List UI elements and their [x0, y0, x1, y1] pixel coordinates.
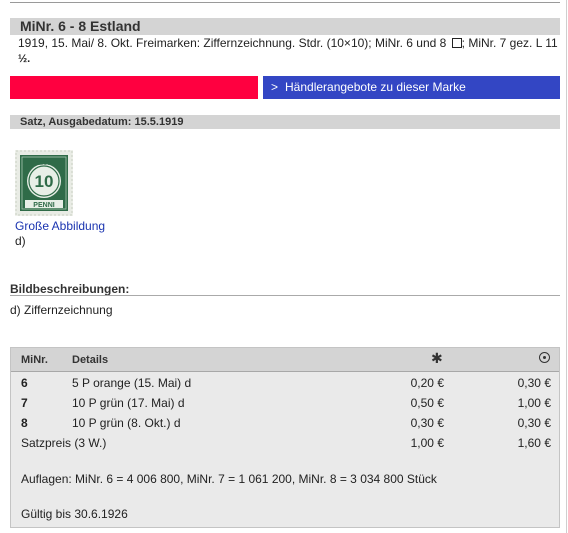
row-minr: 8 — [21, 416, 28, 430]
row-mint-price: 0,50 € — [410, 396, 444, 410]
set-issue-date: Satz, Ausgabedatum: 15.5.1919 — [20, 116, 184, 128]
arrow-icon: > — [271, 80, 279, 94]
stamp-country: EESTI — [37, 161, 51, 167]
set-price-row: Satzpreis (3 W.) 1,00 € 1,60 € — [11, 433, 559, 453]
issue-description-tail: ; MiNr. 7 gez. L 11 — [461, 36, 558, 50]
price-table-header: MiNr. Details ✱ — [11, 348, 559, 372]
row-details: 5 P orange (15. Mai) d — [72, 376, 192, 390]
row-details: 10 P grün (8. Okt.) d — [72, 416, 181, 430]
image-descriptions-divider — [10, 295, 560, 296]
top-divider — [10, 2, 560, 3]
issue-description-frac: ½. — [18, 53, 31, 65]
stamp-currency: PENNI — [33, 202, 54, 209]
row-mint-price: 0,30 € — [410, 416, 444, 430]
column-header-minr: MiNr. — [21, 354, 48, 366]
stamp-caption: d) — [15, 234, 26, 248]
page-title: MiNr. 6 - 8 Estland — [20, 18, 141, 34]
row-mint-price: 0,20 € — [410, 376, 444, 390]
row-minr: 6 — [21, 376, 28, 390]
issue-description: 1919, 15. Mai/ 8. Okt. Freimarken: Ziffe… — [18, 36, 558, 67]
dealer-offers-label: Händlerangebote zu dieser Marke — [285, 80, 466, 94]
stamp-image: 10 EESTI PENNI — [15, 150, 73, 216]
issue-description-main: 1919, 15. Mai/ 8. Okt. Freimarken: Ziffe… — [18, 36, 447, 50]
set-price-mint: 1,00 € — [410, 436, 444, 450]
set-price-label: Satzpreis (3 W.) — [21, 436, 107, 450]
row-used-price: 0,30 € — [517, 376, 551, 390]
table-row: 8 10 P grün (8. Okt.) d 0,30 € 0,30 € — [11, 413, 559, 433]
image-description-item: d) Ziffernzeichnung — [10, 303, 113, 317]
image-descriptions-heading: Bildbeschreibungen: — [10, 282, 130, 296]
right-divider — [566, 0, 567, 533]
price-table: MiNr. Details ✱ 6 5 P orange (15. Mai) d… — [10, 347, 560, 528]
validity-info: Gültig bis 30.6.1926 — [21, 507, 128, 521]
set-price-used: 1,60 € — [517, 436, 551, 450]
stamp-thumbnail[interactable]: 10 EESTI PENNI — [15, 150, 73, 216]
column-header-details: Details — [72, 354, 109, 366]
row-minr: 7 — [21, 396, 28, 410]
large-image-link[interactable]: Große Abbildung — [15, 219, 105, 233]
row-used-price: 0,30 € — [517, 416, 551, 430]
mint-star-icon: ✱ — [431, 350, 443, 366]
print-run-info: Auflagen: MiNr. 6 = 4 006 800, MiNr. 7 =… — [21, 472, 437, 486]
used-circle-icon — [539, 352, 550, 363]
row-details: 10 P grün (17. Mai) d — [72, 396, 185, 410]
dealer-offers-button[interactable]: > Händlerangebote zu dieser Marke — [263, 76, 560, 99]
row-used-price: 1,00 € — [517, 396, 551, 410]
stamp-value: 10 — [35, 172, 54, 191]
unwatermarked-box-icon — [451, 38, 462, 48]
table-row: 6 5 P orange (15. Mai) d 0,20 € 0,30 € — [11, 373, 559, 393]
red-indicator-bar — [10, 76, 258, 99]
table-row: 7 10 P grün (17. Mai) d 0,50 € 1,00 € — [11, 393, 559, 413]
